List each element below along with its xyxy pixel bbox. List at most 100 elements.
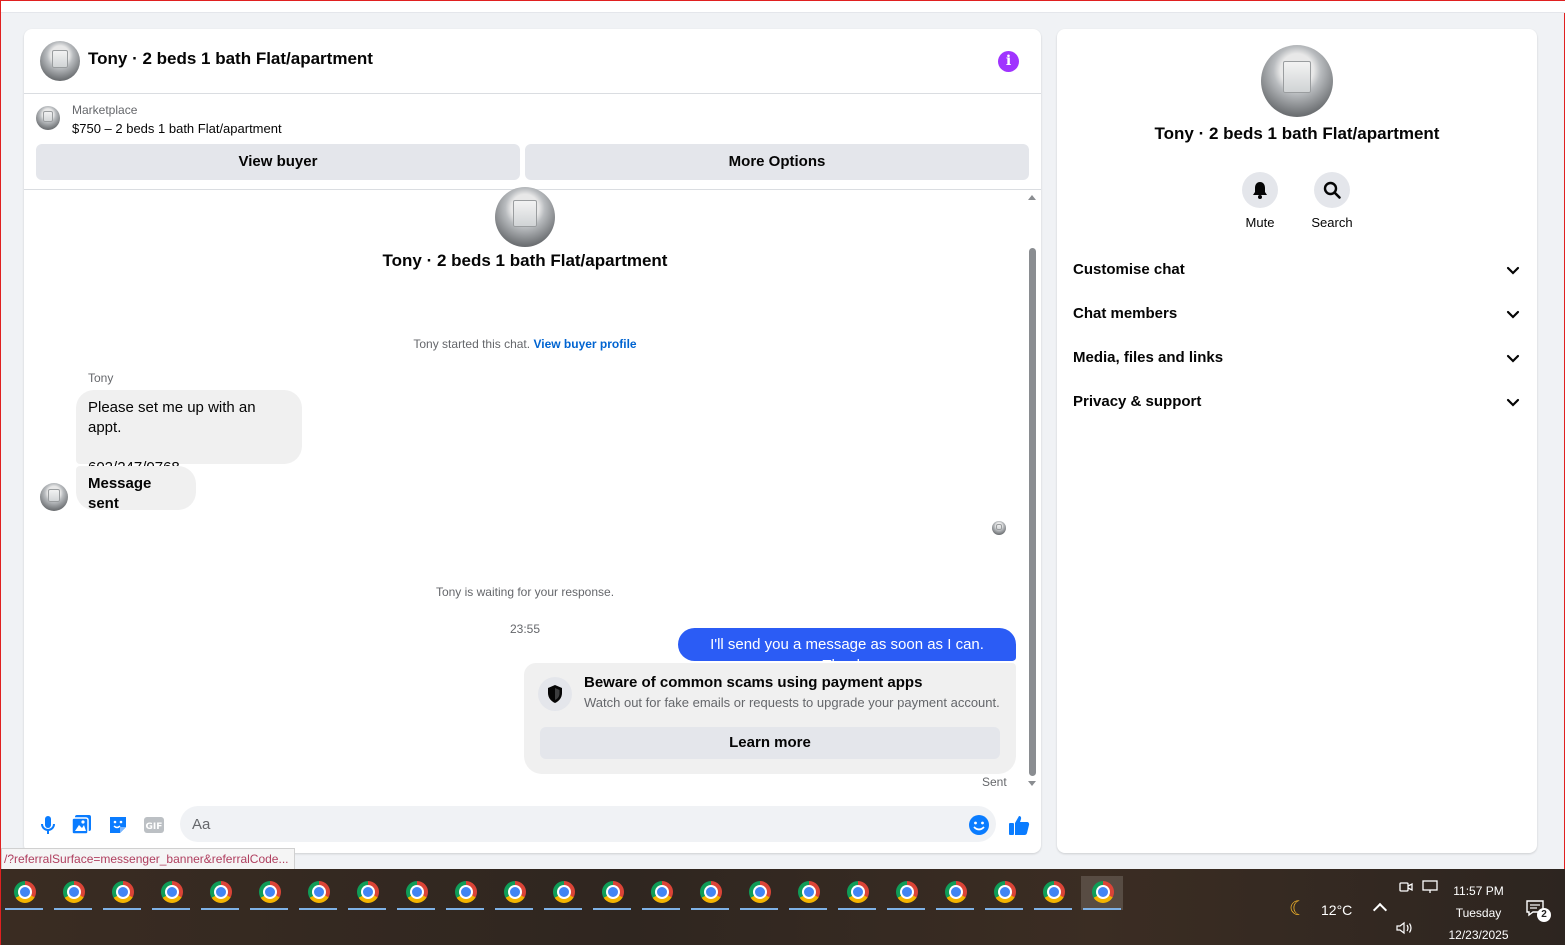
chat-title[interactable]: Tony · 2 beds 1 bath Flat/apartment [88,49,373,69]
taskbar-chrome-app[interactable] [1081,876,1123,910]
taskbar-chrome-app[interactable] [738,876,780,910]
taskbar-chrome-app[interactable] [836,876,878,910]
tray-overflow-chevron-icon[interactable] [1372,902,1388,918]
chrome-icon [504,881,526,903]
sender-avatar[interactable] [40,483,68,511]
clock-time: 11:57 PM [1453,884,1504,898]
thumbs-up-icon[interactable] [1007,813,1031,837]
section-label: Customise chat [1073,261,1185,278]
running-indicator [250,908,288,910]
taskbar-chrome-app[interactable] [346,876,388,910]
moon-icon: ☾ [1289,898,1307,920]
temperature: 12°C [1321,902,1353,918]
photo-icon[interactable] [70,813,94,837]
message-input[interactable] [180,806,996,842]
section-chat-members[interactable]: Chat members [1073,302,1521,326]
view-buyer-button[interactable]: View buyer [36,144,520,180]
chat-started-text: Tony started this chat. [413,337,531,351]
section-label: Chat members [1073,305,1178,322]
learn-more-button[interactable]: Learn more [540,727,1000,759]
taskbar-chrome-app[interactable] [1032,876,1074,910]
emoji-icon[interactable] [967,813,991,837]
network-icon[interactable] [1422,880,1438,897]
taskbar-chrome-app[interactable] [542,876,584,910]
taskbar-chrome-app[interactable] [297,876,339,910]
running-indicator [495,908,533,910]
section-label: Media, files and links [1073,349,1224,366]
chrome-icon [308,881,330,903]
chevron-down-icon [1506,354,1520,363]
running-indicator [544,908,582,910]
running-indicator [152,908,190,910]
scam-warning-card: Beware of common scams using payment app… [524,663,1016,774]
running-indicator [397,908,435,910]
incoming-message[interactable]: Please set me up with an appt. 602/247/0… [76,390,302,476]
taskbar-chrome-app[interactable] [934,876,976,910]
scam-warning-description: Watch out for fake emails or requests to… [584,695,1000,710]
taskbar-chrome-app[interactable] [101,876,143,910]
section-privacy-support[interactable]: Privacy & support [1073,390,1521,414]
running-indicator [446,908,484,910]
sticker-icon[interactable] [106,813,130,837]
mute-button[interactable]: Mute [1230,172,1290,230]
section-customise-chat[interactable]: Customise chat [1073,258,1521,282]
chrome-icon [210,881,232,903]
microphone-icon[interactable] [36,813,60,837]
search-button[interactable]: Search [1302,172,1362,230]
shield-icon [538,677,572,711]
taskbar-chrome-app[interactable] [983,876,1025,910]
running-indicator [348,908,386,910]
search-icon[interactable] [1314,172,1350,208]
taskbar-chrome-app[interactable] [787,876,829,910]
taskbar-chrome-app[interactable] [640,876,682,910]
scroll-up-arrow-icon[interactable] [1028,195,1036,200]
listing-thumbnail[interactable] [36,106,60,130]
taskbar-chrome-app[interactable] [689,876,731,910]
info-icon[interactable]: i [998,51,1019,72]
volume-icon[interactable] [1396,921,1414,938]
scroll-down-arrow-icon[interactable] [1028,781,1036,786]
chrome-icon [945,881,967,903]
section-media-files-links[interactable]: Media, files and links [1073,346,1521,370]
gif-icon[interactable]: GIF [142,813,166,837]
taskbar-chrome-app[interactable] [52,876,94,910]
taskbar-chrome-app[interactable] [444,876,486,910]
listing-price-title[interactable]: $750 – 2 beds 1 bath Flat/apartment [72,121,282,136]
chrome-icon [259,881,281,903]
chrome-icon [994,881,1016,903]
info-avatar[interactable] [1261,45,1333,117]
outgoing-message[interactable]: I'll send you a message as soon as I can… [678,628,1016,674]
more-options-button[interactable]: More Options [525,144,1029,180]
taskbar-chrome-app[interactable] [150,876,192,910]
notification-center[interactable]: 2 [1525,899,1551,922]
bell-icon[interactable] [1242,172,1278,208]
chat-panel: Tony · 2 beds 1 bath Flat/apartment i Ma… [24,29,1041,853]
chrome-icon [798,881,820,903]
message-scrollbar[interactable] [1026,191,1038,791]
sent-status: Sent [982,775,1007,789]
taskbar-chrome-app[interactable] [493,876,535,910]
running-indicator [593,908,631,910]
taskbar-chrome-app[interactable] [199,876,241,910]
taskbar-chrome-app[interactable] [3,876,45,910]
system-clock[interactable]: 11:57 PM Tuesday 12/23/2025 [1441,880,1516,945]
sender-name: Tony [88,371,114,385]
chrome-icon [112,881,134,903]
running-indicator [789,908,827,910]
view-buyer-profile-link[interactable]: View buyer profile [533,337,636,351]
incoming-message[interactable]: Message sent [76,466,196,512]
chrome-icon [161,881,183,903]
chrome-icon [700,881,722,903]
chrome-icon [602,881,624,903]
meet-icon[interactable] [1399,880,1413,897]
taskbar-chrome-app[interactable] [395,876,437,910]
conversation-title: Tony · 2 beds 1 bath Flat/apartment [382,251,668,270]
scroll-thumb[interactable] [1029,248,1036,776]
running-indicator [1034,908,1072,910]
taskbar-chrome-app[interactable] [885,876,927,910]
browser-top-strip [1,1,1565,13]
listing-avatar[interactable] [40,41,80,81]
chrome-icon [847,881,869,903]
taskbar-chrome-app[interactable] [248,876,290,910]
taskbar-chrome-app[interactable] [591,876,633,910]
